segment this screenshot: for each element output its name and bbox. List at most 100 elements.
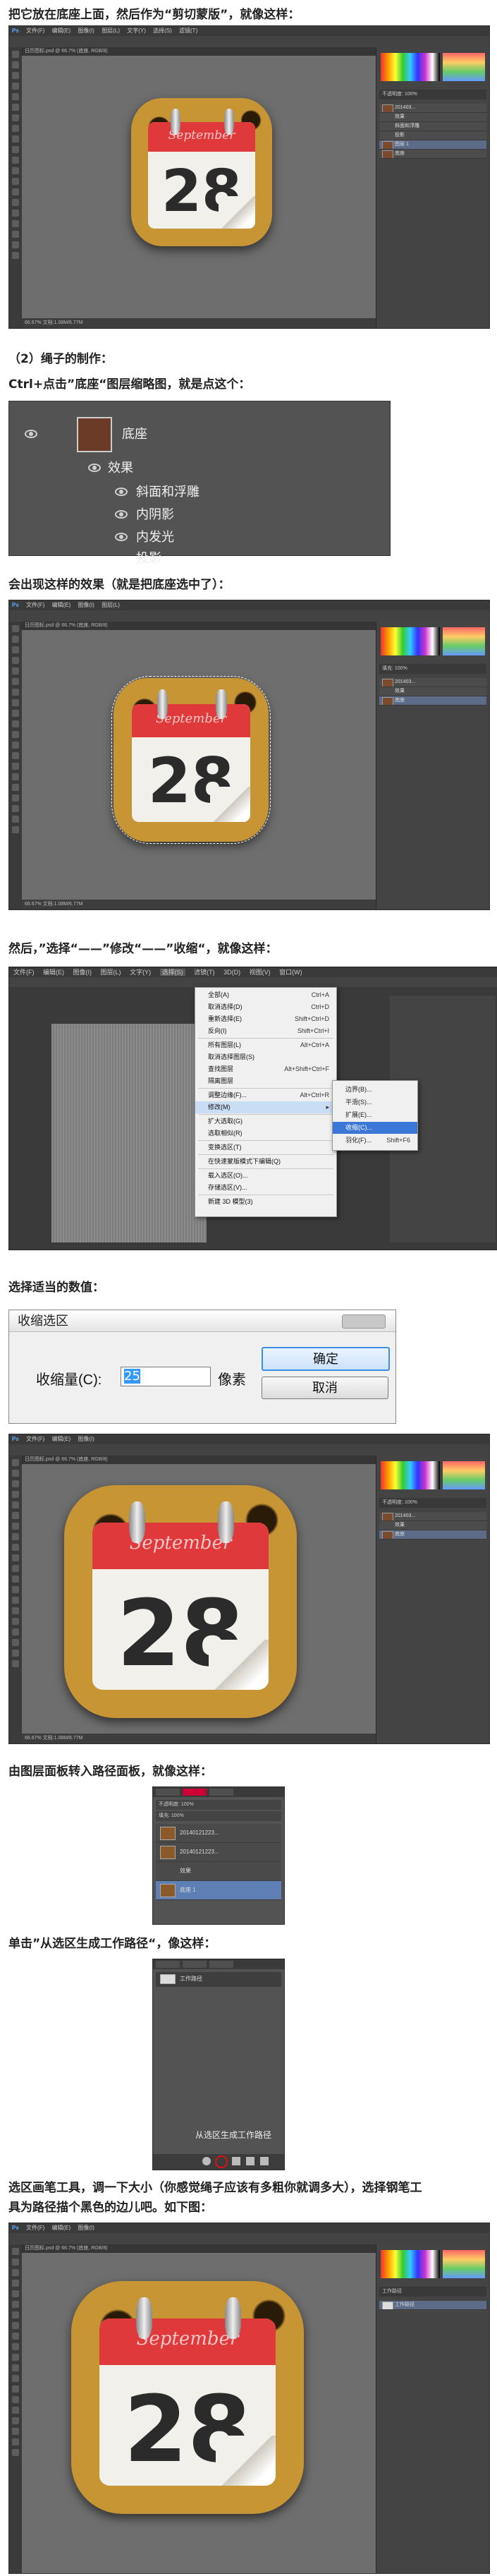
- layer-row[interactable]: 201403...: [379, 104, 486, 113]
- menu-item-deselect[interactable]: 取消选择(D) Ctrl+D: [195, 1001, 336, 1013]
- menu-select[interactable]: 选择(S): [159, 969, 185, 976]
- layer-row[interactable]: 201403...: [379, 1512, 486, 1521]
- layer-row[interactable]: 效果: [156, 1862, 281, 1881]
- menu-item-refine-edge[interactable]: 调整边缘(F)... Alt+Ctrl+R: [195, 1089, 336, 1101]
- menu-item-find-layers[interactable]: 查找图层 Alt+Shift+Ctrl+F: [195, 1063, 336, 1075]
- swatches[interactable]: [443, 2250, 485, 2278]
- menu-select[interactable]: 选择(S): [153, 28, 172, 34]
- submenu-expand[interactable]: 扩展(E)...: [333, 1109, 417, 1121]
- close-button[interactable]: [342, 1314, 386, 1329]
- document-tab[interactable]: 日历图标.psd @ 66.7% (底座, RGB/8): [22, 2244, 376, 2253]
- menu-item-quick-mask[interactable]: 在快速蒙版模式下编辑(Q): [195, 1156, 336, 1168]
- menu-item-modify[interactable]: 修改(M) ▸: [195, 1101, 336, 1113]
- menu-image[interactable]: 图像(I): [73, 969, 92, 976]
- canvas[interactable]: September 28: [22, 56, 376, 318]
- color-picker[interactable]: [381, 1461, 440, 1489]
- submenu-contract[interactable]: 收缩(C)...: [333, 1122, 417, 1134]
- menu-filter[interactable]: 滤镜(T): [179, 28, 197, 34]
- canvas-area[interactable]: [51, 1024, 207, 1242]
- eye-icon[interactable]: [115, 488, 128, 496]
- menu-image[interactable]: 图像(I): [78, 602, 94, 608]
- make-work-path-icon[interactable]: [215, 2155, 228, 2168]
- color-picker[interactable]: [381, 53, 440, 81]
- menu-image[interactable]: 图像(I): [78, 2225, 94, 2231]
- add-mask-icon[interactable]: [232, 2157, 240, 2165]
- menu-edit[interactable]: 编辑(E): [51, 28, 70, 34]
- color-picker[interactable]: [381, 2250, 440, 2278]
- layer-row[interactable]: 201403...: [379, 678, 486, 687]
- menu-window[interactable]: 窗口(W): [279, 969, 302, 976]
- layer-name[interactable]: 底座: [122, 424, 390, 449]
- layer-thumbnail[interactable]: [77, 417, 112, 452]
- menu-type[interactable]: 文字(Y): [130, 969, 151, 976]
- canvas[interactable]: September 28: [22, 2253, 376, 2573]
- menu-type[interactable]: 文字(Y): [127, 28, 146, 34]
- layer-row[interactable]: 效果: [379, 113, 486, 122]
- swatches[interactable]: [443, 53, 485, 81]
- path-row[interactable]: 工作路径: [156, 1972, 281, 1987]
- document-tab[interactable]: 日历图标.psd @ 66.7% (底座, RGB/8): [22, 1456, 376, 1464]
- menu-edit[interactable]: 编辑(E): [51, 602, 70, 608]
- menu-item-save-selection[interactable]: 存储选区(V)...: [195, 1182, 336, 1194]
- new-path-icon[interactable]: [246, 2157, 254, 2165]
- menu-edit[interactable]: 编辑(E): [43, 969, 64, 976]
- submenu-border[interactable]: 边界(B)...: [333, 1084, 417, 1096]
- menu-filter[interactable]: 滤镜(T): [194, 969, 215, 976]
- menu-item-isolate-layers[interactable]: 隔离图层: [195, 1075, 336, 1087]
- menu-item-deselect-layers[interactable]: 取消选择图层(S): [195, 1051, 336, 1063]
- canvas[interactable]: September 28: [22, 1464, 376, 1734]
- menu-edit[interactable]: 编辑(E): [51, 2225, 70, 2231]
- menu-item-reselect[interactable]: 重新选择(E) Shift+Ctrl+D: [195, 1013, 336, 1025]
- cancel-button[interactable]: 取消: [262, 1377, 388, 1399]
- menu-item-all-layers[interactable]: 所有图层(L) Alt+Ctrl+A: [195, 1039, 336, 1051]
- swatches[interactable]: [443, 627, 485, 655]
- menu-image[interactable]: 图像(I): [78, 1436, 94, 1442]
- menu-edit[interactable]: 编辑(E): [51, 1436, 70, 1442]
- layer-row[interactable]: 投影: [379, 131, 486, 140]
- layer-row[interactable]: 效果: [379, 687, 486, 696]
- document-tab[interactable]: 日历图标.psd @ 66.7% (底座, RGB/8): [22, 622, 376, 630]
- fill-path-icon[interactable]: [202, 2157, 211, 2165]
- eye-icon[interactable]: [115, 510, 128, 519]
- document-tab[interactable]: 日历图标.psd @ 66.7% (底座, RGB/8): [22, 47, 376, 56]
- color-picker[interactable]: [381, 627, 440, 655]
- layer-row[interactable]: 底座: [379, 696, 486, 706]
- eye-icon[interactable]: [25, 430, 37, 438]
- layer-row[interactable]: 斜面和浮雕: [379, 122, 486, 131]
- submenu-feather[interactable]: 羽化(F)... Shift+F6: [333, 1135, 417, 1147]
- menu-file[interactable]: 文件(F): [26, 28, 44, 34]
- menu-item-load-selection[interactable]: 载入选区(O)...: [195, 1170, 336, 1182]
- menu-image[interactable]: 图像(I): [78, 28, 94, 34]
- layer-row[interactable]: 图层 1: [379, 140, 486, 150]
- eye-icon[interactable]: [88, 464, 101, 472]
- canvas[interactable]: September 28: [22, 630, 376, 900]
- layer-row[interactable]: 20140121223...: [156, 1843, 281, 1862]
- menu-file[interactable]: 文件(F): [26, 1436, 44, 1442]
- layer-row[interactable]: 底座: [379, 1530, 486, 1540]
- path-row[interactable]: 工作路径: [379, 2301, 486, 2310]
- layer-row[interactable]: 20140121223...: [156, 1824, 281, 1843]
- menu-file[interactable]: 文件(F): [26, 2225, 44, 2231]
- menu-item-grow[interactable]: 扩大选取(G): [195, 1115, 336, 1127]
- menu-item-transform-selection[interactable]: 变换选区(T): [195, 1142, 336, 1154]
- menu-view[interactable]: 视图(V): [250, 969, 271, 976]
- menu-layer[interactable]: 图层(L): [101, 969, 121, 976]
- menu-item-all[interactable]: 全部(A) Ctrl+A: [195, 989, 336, 1001]
- swatches[interactable]: [443, 1461, 485, 1489]
- ok-button[interactable]: 确定: [262, 1347, 390, 1371]
- menu-layer[interactable]: 图层(L): [102, 602, 120, 608]
- contract-amount-input[interactable]: 25: [121, 1367, 211, 1386]
- menu-file[interactable]: 文件(F): [13, 969, 35, 976]
- menu-item-similar[interactable]: 选取相似(R): [195, 1127, 336, 1139]
- menu-item-inverse[interactable]: 反向(I) Shift+Ctrl+I: [195, 1025, 336, 1037]
- layer-row[interactable]: 效果: [379, 1521, 486, 1530]
- menu-item-new-3d[interactable]: 新建 3D 模型(3): [195, 1196, 336, 1208]
- eye-icon[interactable]: [115, 533, 128, 541]
- submenu-smooth[interactable]: 平滑(S)...: [333, 1096, 417, 1108]
- layer-row[interactable]: 底座: [379, 150, 486, 159]
- trash-icon[interactable]: [260, 2157, 269, 2165]
- menu-layer[interactable]: 图层(L): [102, 28, 120, 34]
- menu-file[interactable]: 文件(F): [26, 602, 44, 608]
- layer-row[interactable]: 底座 1: [156, 1881, 281, 1900]
- menu-3d[interactable]: 3D(D): [223, 969, 240, 976]
